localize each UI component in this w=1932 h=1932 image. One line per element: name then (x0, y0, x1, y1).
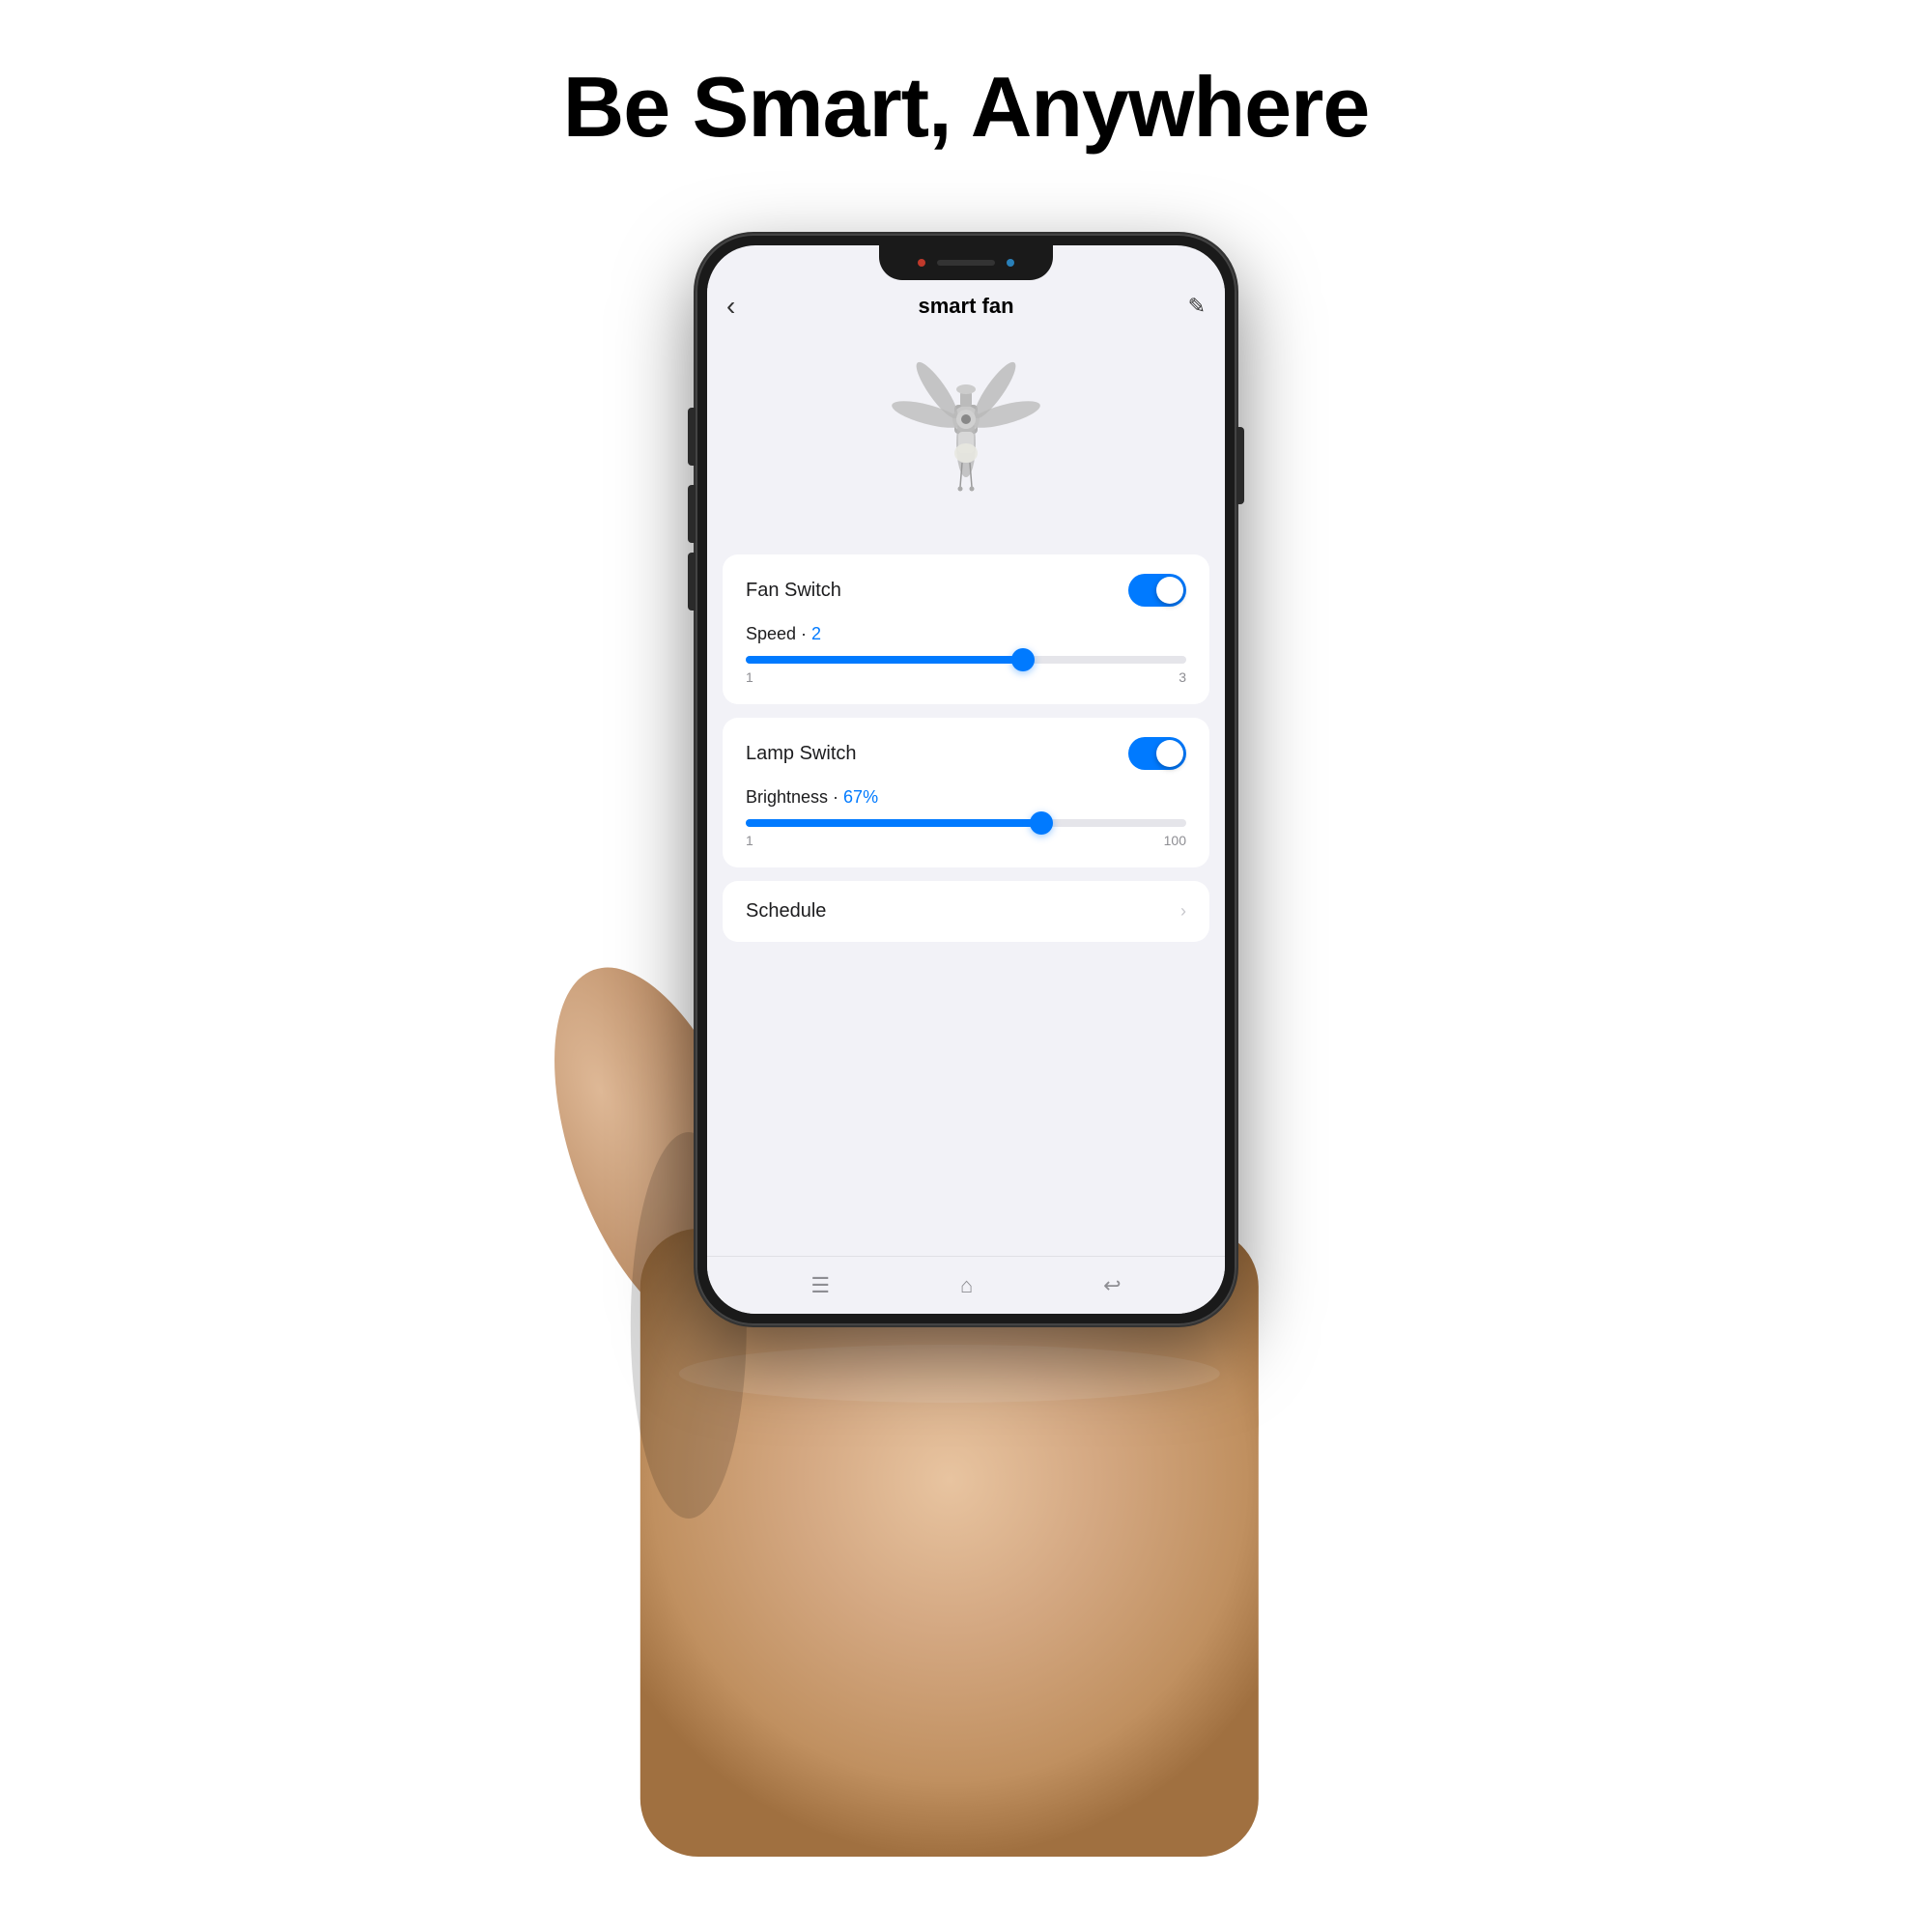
schedule-card[interactable]: Schedule › (723, 881, 1209, 942)
app-header: ‹ smart fan ✎ (707, 280, 1225, 332)
lamp-switch-card: Lamp Switch Brightness · 67% 1 (723, 718, 1209, 867)
speed-slider-fill (746, 656, 1023, 664)
speed-value: 2 (811, 624, 821, 643)
brightness-range: 1 100 (746, 833, 1186, 848)
lamp-switch-toggle[interactable] (1128, 737, 1186, 770)
fan-switch-toggle[interactable] (1128, 574, 1186, 607)
bottom-nav: ☰ ⌂ ↩ (707, 1256, 1225, 1314)
page-title: Be Smart, Anywhere (563, 58, 1370, 156)
speed-slider-thumb[interactable] (1011, 648, 1035, 671)
speed-slider-track[interactable] (746, 656, 1186, 664)
phone-screen: ‹ smart fan ✎ (707, 245, 1225, 1314)
fan-image-area (707, 332, 1225, 554)
nav-menu-icon[interactable]: ☰ (810, 1273, 830, 1298)
speed-range: 1 3 (746, 669, 1186, 685)
schedule-label: Schedule (746, 900, 826, 923)
edit-button[interactable]: ✎ (1188, 294, 1206, 319)
lamp-switch-label: Lamp Switch (746, 743, 857, 765)
scene-wrapper: ‹ smart fan ✎ (386, 195, 1546, 1837)
fan-switch-card: Fan Switch Speed · 2 1 (723, 554, 1209, 704)
phone-notch (879, 245, 1053, 280)
app-content: Fan Switch Speed · 2 1 (707, 554, 1225, 1256)
speed-min: 1 (746, 669, 753, 685)
brightness-slider-track[interactable] (746, 819, 1186, 827)
speed-section: Speed · 2 1 3 (746, 624, 1186, 685)
brightness-label: Brightness · 67% (746, 787, 1186, 808)
nav-back-icon[interactable]: ↩ (1103, 1273, 1121, 1298)
back-button[interactable]: ‹ (726, 291, 735, 322)
fan-switch-label: Fan Switch (746, 580, 841, 602)
brightness-min: 1 (746, 833, 753, 848)
brightness-slider-fill (746, 819, 1041, 827)
notch-dot-blue (1007, 259, 1014, 267)
brightness-section: Brightness · 67% 1 100 (746, 787, 1186, 848)
speed-label: Speed · 2 (746, 624, 1186, 644)
notch-speaker (937, 260, 995, 266)
brightness-max: 100 (1164, 833, 1186, 848)
schedule-arrow-icon: › (1180, 901, 1186, 922)
nav-home-icon[interactable]: ⌂ (960, 1273, 973, 1298)
notch-dot-red (918, 259, 925, 267)
brightness-value: 67% (843, 787, 878, 807)
app-title: smart fan (918, 294, 1013, 319)
phone-device: ‹ smart fan ✎ (696, 234, 1236, 1325)
speed-max: 3 (1179, 669, 1186, 685)
brightness-slider-thumb[interactable] (1030, 811, 1053, 835)
